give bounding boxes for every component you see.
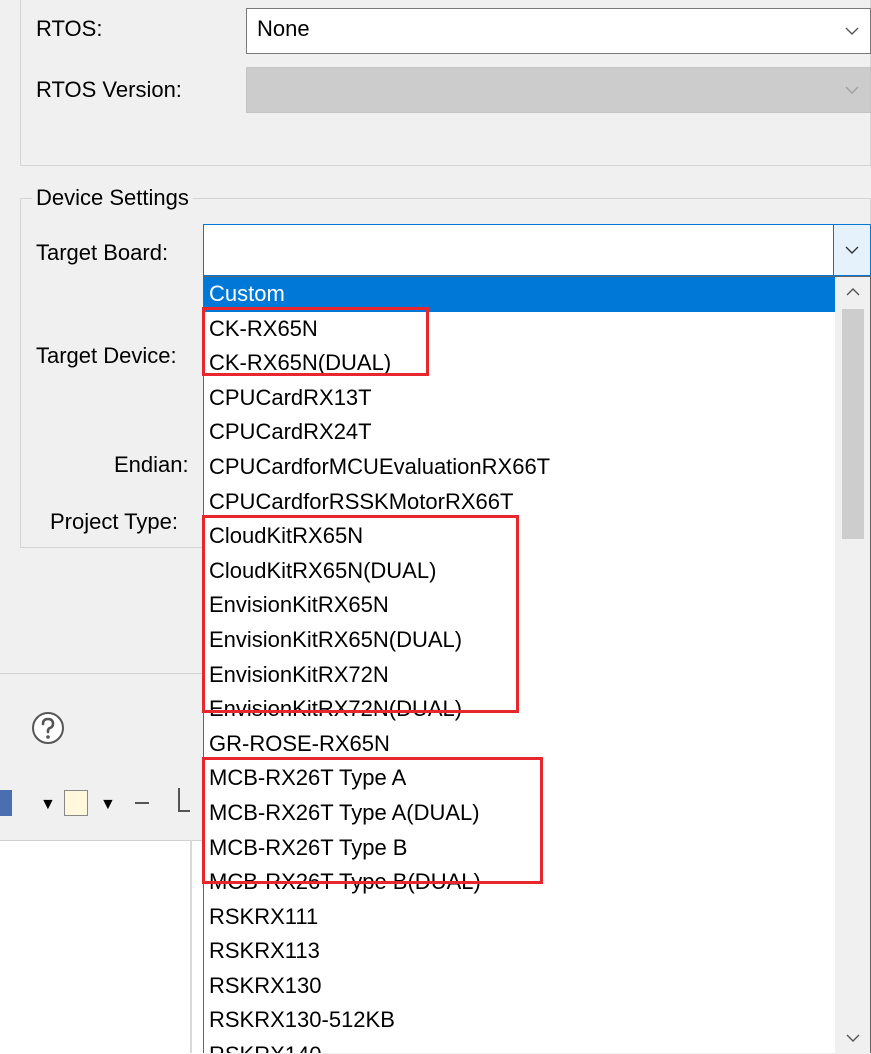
dropdown-item[interactable]: RSKRX130 [204, 969, 836, 1004]
rtos-select-value: None [257, 16, 310, 41]
chevron-down-icon [834, 9, 870, 53]
dropdown-item[interactable]: EnvisionKitRX65N(DUAL) [204, 623, 836, 658]
background-toolbar: ▼ ▼ [0, 770, 203, 840]
chevron-down-icon[interactable]: ▼ [40, 796, 56, 814]
toolbar-dropdown-icon[interactable] [0, 790, 12, 816]
endian-label: Endian: [114, 452, 189, 477]
chevron-down-icon[interactable] [833, 225, 870, 275]
dropdown-item[interactable]: CPUCardRX13T [204, 381, 836, 416]
help-icon[interactable] [31, 711, 65, 745]
device-settings-title: Device Settings [32, 185, 193, 211]
dropdown-item[interactable]: RSKRX130-512KB [204, 1003, 836, 1038]
dropdown-item[interactable]: CPUCardforMCUEvaluationRX66T [204, 450, 836, 485]
dropdown-item[interactable]: MCB-RX26T Type A(DUAL) [204, 796, 836, 831]
background-panel-edge [190, 840, 192, 1053]
toolbar-item-icon[interactable] [178, 788, 180, 812]
target-board-dropdown[interactable]: Custom CK-RX65N CK-RX65N(DUAL) CPUCardRX13T… [203, 276, 871, 1053]
dropdown-item[interactable]: CloudKitRX65N(DUAL) [204, 554, 836, 589]
dropdown-item[interactable]: RSKRX113 [204, 934, 836, 969]
dropdown-item[interactable]: RSKRX111 [204, 900, 836, 935]
dialog-separator [0, 673, 203, 674]
dropdown-item[interactable]: CK-RX65N(DUAL) [204, 346, 836, 381]
dropdown-item[interactable]: CloudKitRX65N [204, 519, 836, 554]
toolbar-item-icon[interactable] [135, 802, 149, 804]
rtos-version-label: RTOS Version: [36, 77, 182, 102]
chevron-down-icon[interactable]: ▼ [100, 796, 116, 814]
dropdown-item[interactable]: Custom [204, 277, 836, 312]
target-device-label: Target Device: [36, 343, 177, 368]
rtos-version-select[interactable] [246, 67, 871, 113]
background-panel [0, 840, 203, 1054]
dropdown-item[interactable]: MCB-RX26T Type A [204, 761, 836, 796]
dropdown-item[interactable]: EnvisionKitRX65N [204, 588, 836, 623]
dropdown-item[interactable]: CPUCardRX24T [204, 415, 836, 450]
dropdown-item[interactable]: MCB-RX26T Type B [204, 831, 836, 866]
dropdown-item[interactable]: EnvisionKitRX72N [204, 658, 836, 693]
chevron-down-icon[interactable] [836, 1023, 870, 1053]
dropdown-item[interactable]: CK-RX65N [204, 312, 836, 347]
toolbar-item-icon[interactable] [178, 810, 190, 812]
new-file-icon[interactable] [64, 790, 88, 816]
chevron-down-icon [834, 68, 870, 112]
project-type-label: Project Type: [50, 509, 178, 534]
rtos-label: RTOS: [36, 16, 103, 41]
rtos-select[interactable]: None [246, 8, 871, 54]
target-board-label: Target Board: [36, 240, 169, 265]
dropdown-item[interactable]: CPUCardforRSSKMotorRX66T [204, 485, 836, 520]
target-board-select[interactable] [203, 224, 871, 276]
dropdown-item[interactable]: GR-ROSE-RX65N [204, 727, 836, 762]
dropdown-item[interactable]: RSKRX140 [204, 1038, 836, 1053]
chevron-up-icon[interactable] [836, 277, 870, 307]
dropdown-item[interactable]: EnvisionKitRX72N(DUAL) [204, 692, 836, 727]
dropdown-scrollbar[interactable] [835, 277, 870, 1053]
target-board-list: Custom CK-RX65N CK-RX65N(DUAL) CPUCardRX13T… [204, 277, 836, 1053]
dropdown-item[interactable]: MCB-RX26T Type B(DUAL) [204, 865, 836, 900]
scrollbar-thumb[interactable] [842, 309, 864, 539]
